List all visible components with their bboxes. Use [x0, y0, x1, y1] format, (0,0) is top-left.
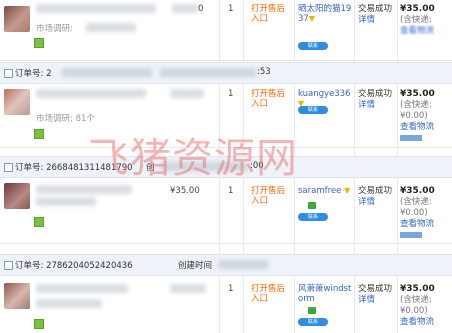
order-checkbox[interactable] [4, 69, 13, 78]
status-text: 交易成功 [358, 4, 393, 14]
detail-link[interactable]: 详情 [358, 100, 398, 111]
total-amount: ¥35.00 [400, 89, 435, 99]
order-item-row: 市场调研: 81个 1 打开售后入口 kuangye336▼ 联系 交易成功 详… [0, 83, 452, 148]
total-amount: ¥35.00 [400, 4, 435, 14]
buyer-name-text: 风萧萧windstorm [298, 284, 352, 304]
order-header: 订单号: 2786204052420436 创建时间 [0, 254, 452, 276]
product-sub-redacted [36, 299, 102, 308]
order-item-row: 市场调研: 0 1 打开售后入口 晒太阳的猫1937▼ 联系 交易成功 详情 ¥… [0, 0, 452, 61]
promo-icon [34, 129, 44, 139]
shop-badge-icon[interactable]: 联系 [298, 42, 328, 50]
order-number-redacted [62, 68, 152, 77]
quantity: 1 [228, 89, 234, 99]
product-thumbnail[interactable] [4, 283, 30, 309]
total-amount: ¥35.00 [400, 284, 435, 294]
quantity: 1 [228, 186, 234, 196]
order-status: 交易成功 详情 [358, 284, 398, 306]
order-time-label: 创建时间 [178, 261, 213, 271]
product-title-redacted [36, 284, 128, 293]
order-total: ¥35.00 (含快递:¥0.00) 查看物流 [400, 89, 450, 141]
logistics-link[interactable]: 查看物流 [400, 122, 450, 133]
detail-link[interactable]: 详情 [358, 197, 398, 208]
order-number: 订单号: 2786204052420436 [15, 261, 133, 271]
product-title-redacted [36, 89, 146, 98]
order-time-redacted [218, 260, 268, 269]
after-sale-link[interactable]: 打开售后入口 [251, 89, 291, 109]
product-title-redacted [36, 4, 156, 13]
chat-icon[interactable] [308, 307, 316, 314]
order-total: ¥35.00 (含快递:¥0.00) 查看物流 [400, 284, 450, 328]
after-sale-link[interactable]: 打开售后入口 [251, 4, 291, 24]
order-item-row: ¥35.00 1 打开售后入口 saramfree ▼ 联系 交易成功 详情 ¥… [0, 177, 452, 244]
product-sub-label: 市场调研: 81个 [36, 114, 95, 124]
shipping-fee: (含快递:¥0.00) [400, 197, 432, 218]
buyer-name[interactable]: 风萧萧windstorm [298, 284, 352, 304]
promo-icon [34, 217, 44, 227]
chat-icon[interactable] [308, 202, 316, 209]
detail-link[interactable]: 详情 [358, 15, 398, 26]
product-sub-redacted [36, 197, 96, 206]
shop-badge-icon[interactable]: 联系 [298, 106, 328, 114]
detail-link[interactable]: 详情 [358, 295, 398, 306]
order-item-row: 1 打开售后入口 风萧萧windstorm 联系 交易成功 详情 ¥35.00 … [0, 275, 452, 333]
shop-badge-icon[interactable]: 联系 [298, 318, 328, 326]
shipping-fee: (含快递:¥0.00) [400, 295, 432, 316]
shipping-fee: (含快递: [400, 15, 432, 25]
product-thumbnail[interactable] [4, 6, 30, 32]
product-sub-label: 市场调研: [36, 24, 73, 34]
price-redacted [170, 89, 204, 98]
order-status: 交易成功 详情 [358, 89, 398, 111]
total-amount: ¥35.00 [400, 186, 435, 196]
order-time-redacted [160, 162, 248, 171]
buyer-name[interactable]: saramfree ▼ [298, 186, 352, 196]
buyer-name[interactable]: 晒太阳的猫1937▼ [298, 4, 352, 24]
logistics-link[interactable]: 查看物流 [400, 317, 450, 328]
after-sale-link[interactable]: 打开售后入口 [251, 284, 291, 304]
order-time: :53 [257, 67, 271, 77]
promo-icon [34, 319, 44, 329]
price-fragment: 0 [198, 4, 204, 14]
product-thumbnail[interactable] [4, 89, 30, 115]
flag-icon[interactable]: ▼ [309, 14, 315, 23]
shop-badge-icon[interactable]: 联系 [298, 213, 328, 221]
order-time: :00 [250, 161, 264, 171]
logistics-link[interactable]: 查看物流 [400, 219, 450, 230]
status-text: 交易成功 [358, 284, 393, 294]
product-thumbnail[interactable] [4, 183, 30, 209]
status-text: 交易成功 [358, 89, 393, 99]
order-number: 订单号: 2 [15, 69, 52, 79]
quantity: 1 [228, 4, 234, 14]
order-total: ¥35.00 (含快递:¥0.00) 查看物流 [400, 186, 450, 238]
buyer-name-text: kuangye336 [298, 89, 351, 99]
flag-icon[interactable]: ▼ [344, 186, 350, 195]
quantity: 1 [228, 284, 234, 294]
order-header: 订单号: 2 :53 [0, 62, 452, 84]
order-time-label: 创 [146, 163, 155, 173]
order-time-redacted [160, 68, 256, 77]
price: ¥35.00 [170, 186, 200, 196]
shipping-fee: (含快递:¥0.00) [400, 100, 432, 121]
promo-icon [34, 38, 44, 48]
order-checkbox[interactable] [4, 163, 13, 172]
status-text: 交易成功 [358, 186, 393, 196]
logistics-badge-icon [400, 135, 422, 141]
after-sale-link[interactable]: 打开售后入口 [251, 186, 291, 206]
buyer-name-text: saramfree [298, 186, 342, 196]
logistics-badge-icon [400, 232, 422, 238]
product-title-redacted [36, 185, 132, 194]
order-header: 订单号: 2668481311481790 创 :00 [0, 156, 452, 178]
price-redacted [170, 284, 206, 293]
buyer-name-text: 晒太阳的猫1937 [298, 4, 352, 24]
product-sub-redacted [86, 23, 136, 32]
order-checkbox[interactable] [4, 261, 13, 270]
order-total: ¥35.00 (含快递: 查看物流 [400, 4, 450, 37]
order-number: 订单号: 2668481311481790 [15, 163, 133, 173]
order-status: 交易成功 详情 [358, 186, 398, 208]
price-redacted [172, 4, 198, 13]
order-status: 交易成功 详情 [358, 4, 398, 26]
logistics-link[interactable]: 查看物流 [400, 26, 450, 37]
